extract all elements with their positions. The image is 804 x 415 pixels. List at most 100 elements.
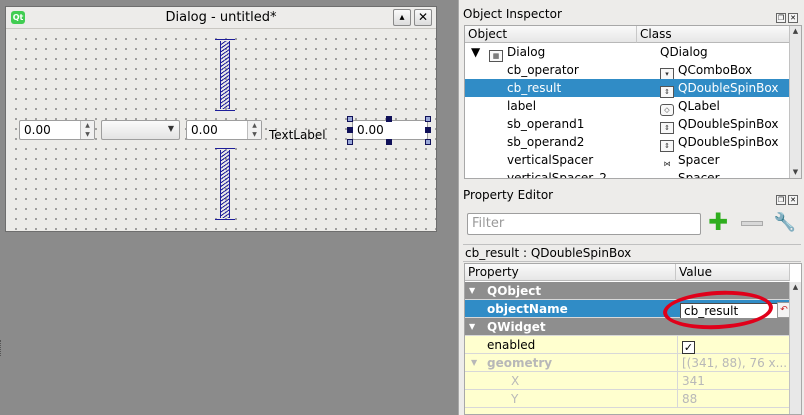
spacer-end (215, 39, 235, 40)
spacer-end (215, 148, 235, 149)
tree-object-name: sb_operand1 (507, 117, 585, 131)
property-value: 341 (677, 372, 790, 390)
tree-object-name: cb_operator (507, 63, 579, 77)
designer-canvas: Qt Dialog - untitled* ▴ ✕ 0.00 ▲ ▼ ▼ 0.0… (0, 0, 458, 415)
scroll-up-icon[interactable]: ▲ (790, 282, 801, 293)
spin-arrows[interactable]: ▲ ▼ (80, 121, 94, 139)
tree-object-name: cb_result (507, 81, 562, 95)
tree-class-label: QDoubleSpinBox (678, 81, 779, 95)
close-button[interactable]: ✕ (414, 9, 432, 26)
float-icon[interactable]: ❐ (776, 13, 786, 23)
object-inspector-tree[interactable]: Object Class ▼ ▦ Dialog QDialog cb_operat… (464, 25, 802, 179)
sb-operand2-spinbox[interactable]: 0.00 ▲ ▼ (186, 120, 262, 140)
tree-class-label: QLabel (678, 99, 720, 113)
tree-row-vertical-spacer-2[interactable]: verticalSpacer_2 ⋈ Spacer (465, 169, 790, 179)
tree-object-name: label (507, 99, 537, 113)
resize-handle[interactable] (347, 116, 353, 122)
property-row-enabled[interactable]: enabled ✓ (465, 336, 790, 354)
remove-dynamic-property-icon[interactable] (741, 221, 763, 226)
property-name: Y (511, 392, 519, 406)
vertical-spacer-2[interactable] (213, 148, 237, 220)
tree-row-vertical-spacer[interactable]: verticalSpacer ⋈ Spacer (465, 151, 790, 169)
property-row-geometry[interactable]: ▼ geometry [(341, 88), 76 x... (465, 354, 790, 372)
property-row-x[interactable]: X 341 (465, 372, 790, 390)
resize-handle[interactable] (347, 139, 353, 145)
spacer-icon: ⋈ (660, 177, 674, 178)
close-icon[interactable]: ✕ (788, 13, 798, 23)
tree-class-name: ⋈ Spacer (660, 169, 720, 179)
tree-class-label: Spacer (678, 153, 720, 167)
tree-row-label[interactable]: label ◇ QLabel (465, 97, 790, 116)
spin-up-icon[interactable]: ▲ (248, 121, 261, 130)
tree-class-name: QDialog (660, 45, 708, 59)
enabled-checkbox[interactable]: ✓ (682, 341, 695, 354)
collapse-arrow-icon[interactable]: ▼ (469, 318, 475, 336)
sb-operand1-spinbox[interactable]: 0.00 ▲ ▼ (19, 120, 95, 140)
property-table[interactable]: Property Value ▼ QObject objectName cb_r… (464, 263, 802, 415)
property-row-width[interactable] (465, 408, 790, 414)
resize-handle[interactable] (425, 139, 431, 145)
tree-class-label: QComboBox (678, 63, 753, 77)
tree-row-sb-operand2[interactable]: sb_operand2 ⇕ QDoubleSpinBox (465, 133, 790, 152)
group-label: QWidget (487, 320, 546, 334)
tree-row-sb-operand1[interactable]: sb_operand1 ⇕ QDoubleSpinBox (465, 115, 790, 134)
chevron-down-icon: ▼ (167, 124, 174, 133)
tree-scrollbar[interactable]: ▲ ▼ (789, 26, 801, 178)
objectname-value-input[interactable]: cb_result (680, 303, 778, 319)
form-grid[interactable]: 0.00 ▲ ▼ ▼ 0.00 ▲ ▼ TextLabel 0.00 (7, 30, 436, 231)
resize-handle[interactable] (386, 116, 392, 122)
sb-operand2-value: 0.00 (191, 123, 218, 137)
add-dynamic-property-icon[interactable]: ✚ (707, 210, 729, 234)
vertical-spacer[interactable] (213, 39, 237, 111)
tree-row-cb-result[interactable]: cb_result ⇕ QDoubleSpinBox (465, 79, 790, 98)
configure-wrench-icon[interactable]: 🔧 (773, 212, 797, 236)
spin-up-icon[interactable]: ▲ (81, 121, 94, 130)
dialog-form-window[interactable]: Qt Dialog - untitled* ▴ ✕ 0.00 ▲ ▼ ▼ 0.0… (5, 6, 437, 232)
column-header-value[interactable]: Value (676, 264, 790, 281)
group-row-qobject[interactable]: ▼ QObject (465, 282, 790, 300)
cb-result-value: 0.00 (357, 123, 384, 137)
resize-handle[interactable] (425, 116, 431, 122)
resize-handle[interactable] (347, 127, 353, 133)
column-header-class[interactable]: Class (637, 26, 790, 43)
tree-class-label: Spacer (678, 171, 720, 179)
column-header-object[interactable]: Object (465, 26, 637, 43)
scroll-up-icon[interactable]: ▲ (790, 26, 801, 37)
spacer-coil (220, 41, 230, 109)
property-value: [(341, 88), 76 x... (677, 354, 790, 372)
tree-class-name: ⇕ QDoubleSpinBox (660, 133, 778, 152)
sb-operand1-value: 0.00 (24, 123, 51, 137)
group-row-qwidget[interactable]: ▼ QWidget (465, 318, 790, 336)
filter-input[interactable]: Filter (467, 213, 701, 235)
spin-down-icon[interactable]: ▼ (81, 130, 94, 139)
maximize-button[interactable]: ▴ (393, 9, 411, 26)
object-inspector-title: Object Inspector (463, 7, 562, 21)
collapse-arrow-icon[interactable]: ▼ (471, 354, 477, 372)
property-row-y[interactable]: Y 88 (465, 390, 790, 408)
cb-operator-combobox[interactable]: ▼ (101, 120, 180, 140)
property-scrollbar[interactable]: ▲ (789, 282, 801, 414)
collapse-arrow-icon[interactable]: ▼ (469, 282, 475, 300)
cb-result-spinbox[interactable]: 0.00 (352, 120, 428, 140)
tree-object-name: ▦ Dialog (489, 43, 545, 62)
spin-down-icon[interactable]: ▼ (248, 130, 261, 139)
scroll-down-icon[interactable]: ▼ (790, 167, 801, 178)
spin-arrows[interactable]: ▲ ▼ (247, 121, 261, 139)
splitter-grip[interactable] (0, 340, 3, 356)
tree-row-cb-operator[interactable]: cb_operator ▾ QComboBox (465, 61, 790, 80)
close-icon[interactable]: ✕ (788, 195, 798, 205)
current-object-line: cb_result : QDoubleSpinBox (463, 244, 801, 262)
property-name: geometry (487, 356, 553, 370)
float-icon[interactable]: ❐ (776, 195, 786, 205)
tree-class-name: ⇕ QDoubleSpinBox (660, 115, 778, 134)
dialog-title-bar[interactable]: Qt Dialog - untitled* ▴ ✕ (6, 7, 436, 29)
object-inspector-dock-buttons: ❐ ✕ (774, 9, 798, 23)
resize-handle[interactable] (425, 127, 431, 133)
column-header-property[interactable]: Property (465, 264, 676, 281)
tree-class-label: QDoubleSpinBox (678, 135, 779, 149)
tree-row-dialog[interactable]: ▼ ▦ Dialog QDialog (465, 43, 790, 62)
tree-class-name: ◇ QLabel (660, 97, 720, 116)
text-label[interactable]: TextLabel (269, 128, 326, 142)
expand-arrow-icon[interactable]: ▼ (471, 43, 480, 61)
resize-handle[interactable] (386, 139, 392, 145)
